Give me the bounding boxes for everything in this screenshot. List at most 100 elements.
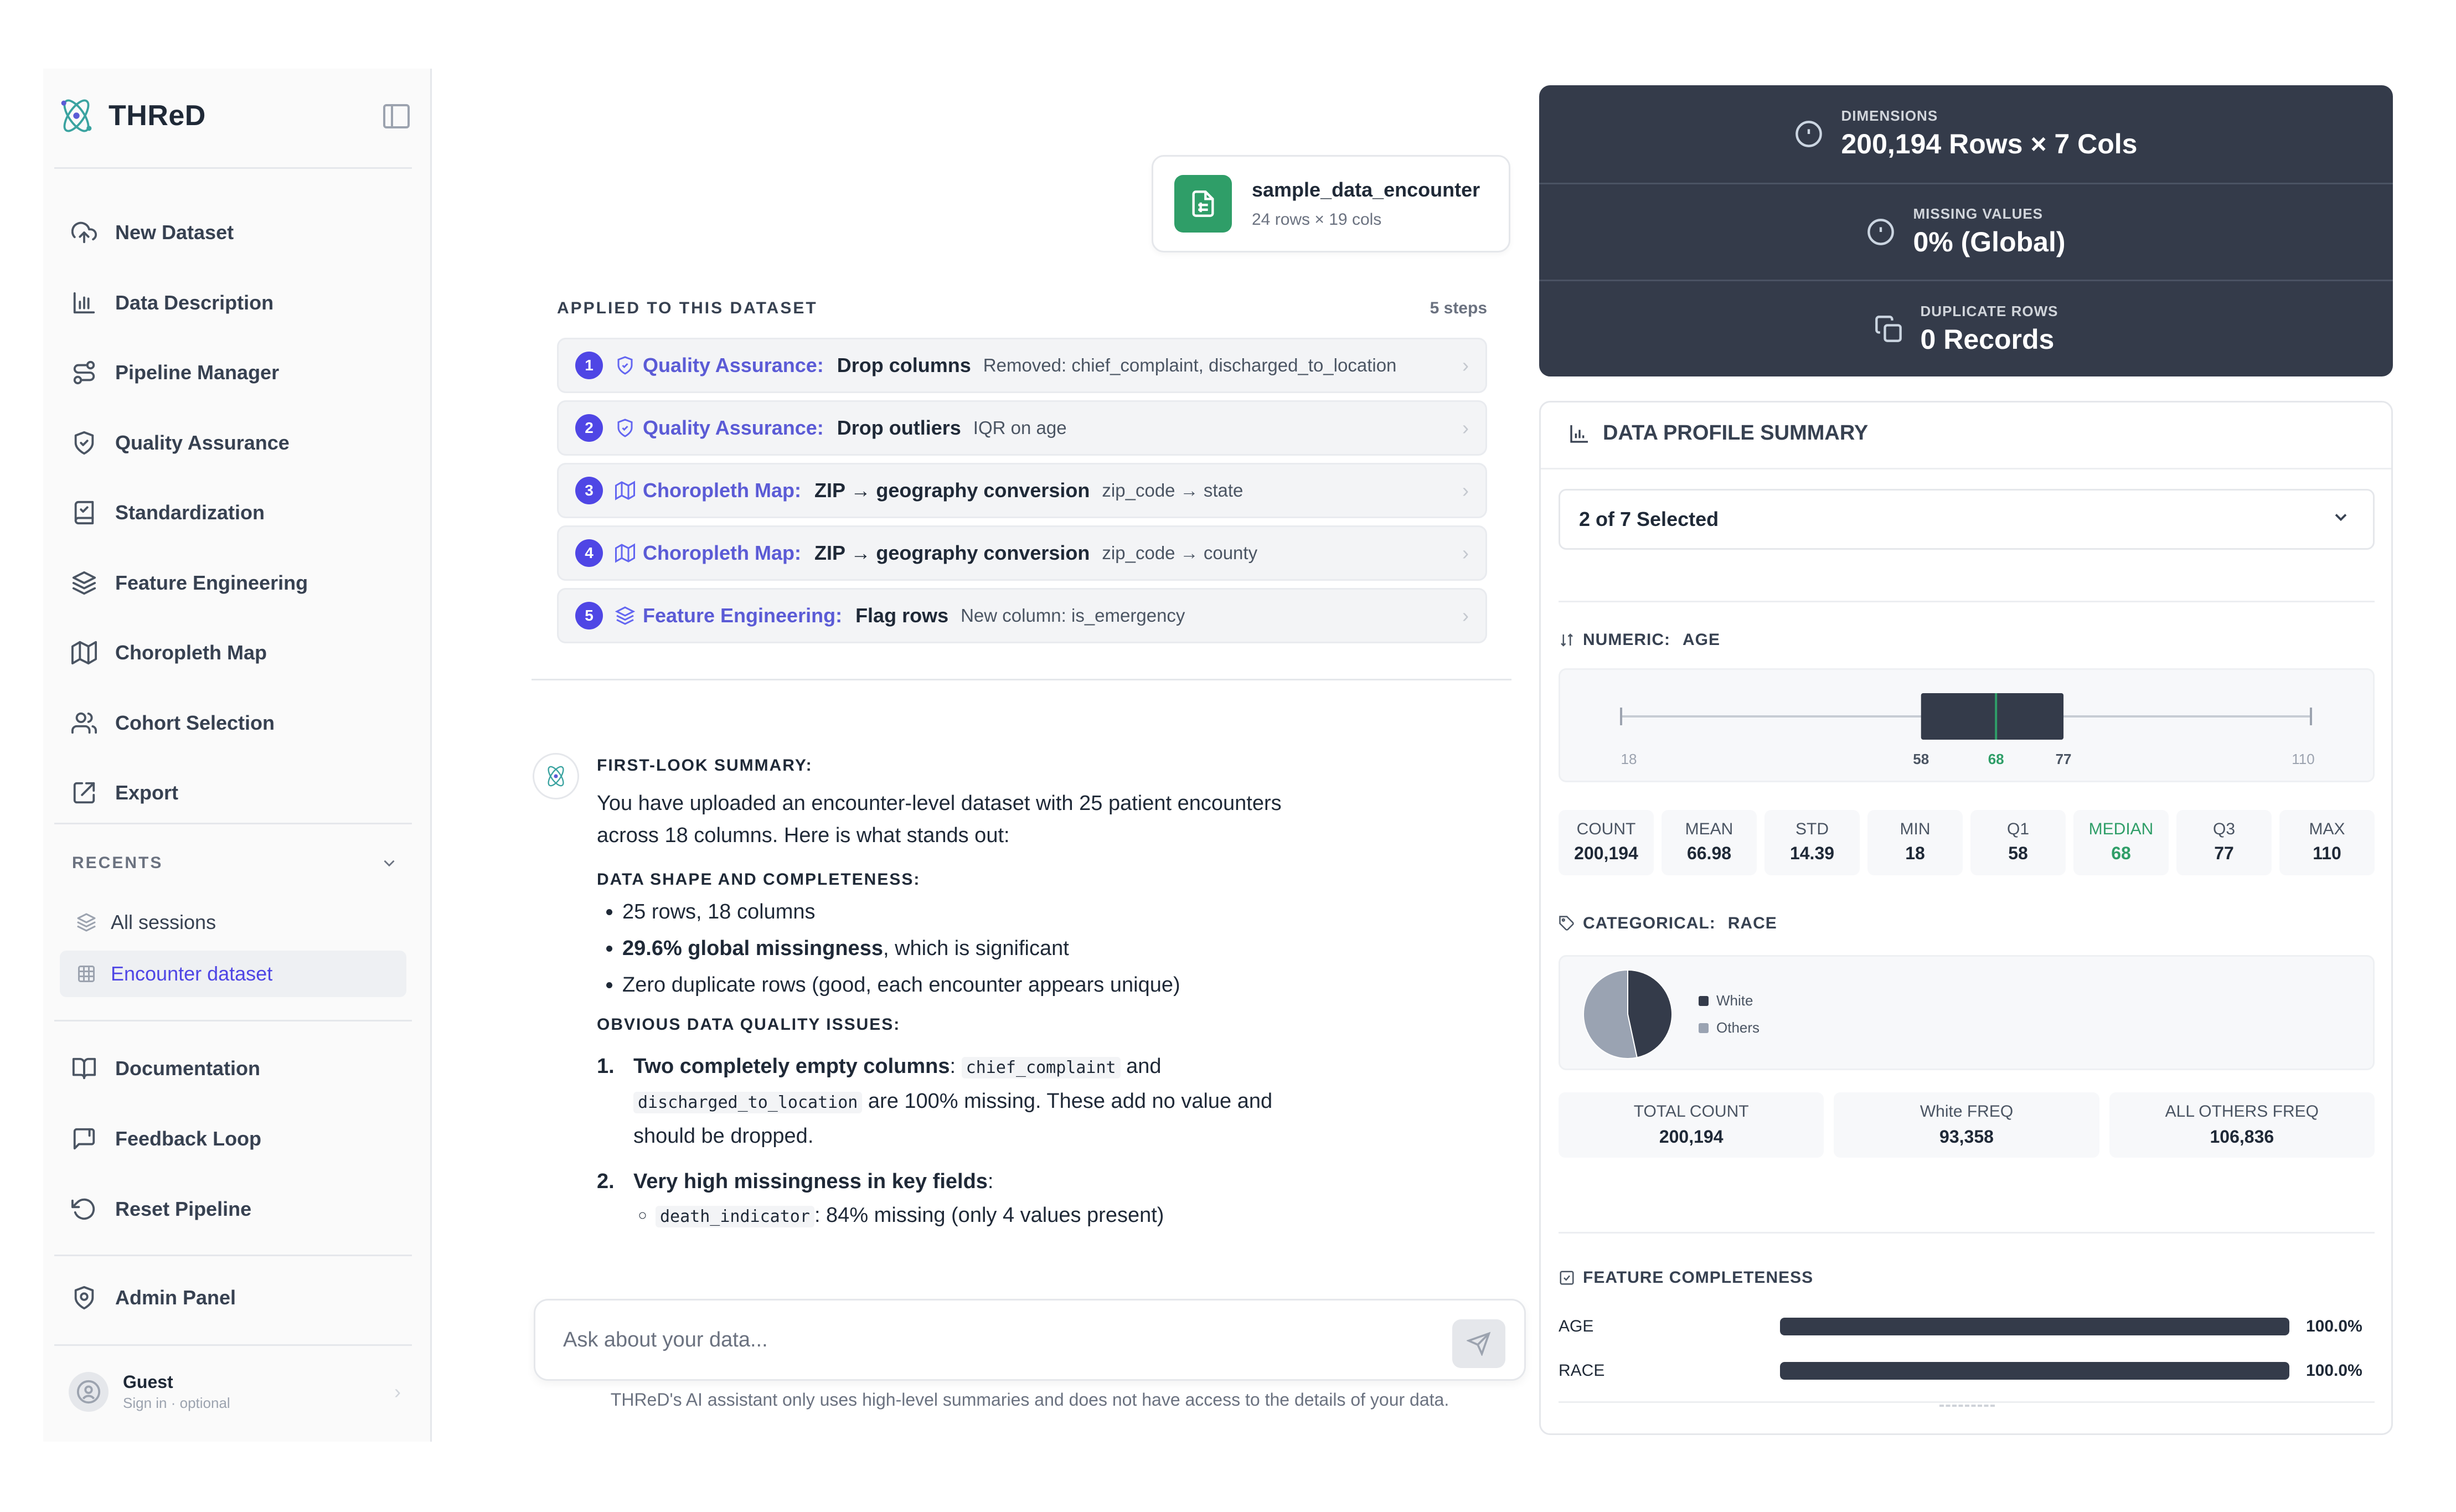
applied-title: APPLIED TO THIS DATASET [557, 299, 818, 317]
sidebar-item-cohort-selection[interactable]: Cohort Selection [71, 701, 414, 745]
pie-chart: White Others [1559, 955, 2375, 1070]
completeness-row-race: RACE 100.0% [1559, 1357, 2375, 1385]
sidebar-item-quality-assurance[interactable]: Quality Assurance [71, 421, 414, 465]
completeness-fill [1780, 1362, 2289, 1380]
stat-label: DIMENSIONS [1841, 107, 1938, 124]
sidebar-item-admin-panel[interactable]: Admin Panel [71, 1276, 414, 1320]
pipeline-step[interactable]: 3 Choropleth Map: ZIP → geography conver… [557, 463, 1487, 518]
completeness-section-header: FEATURE COMPLETENESS [1559, 1268, 1813, 1287]
export-icon [71, 780, 97, 806]
chevron-down-icon[interactable] [380, 854, 399, 873]
sort-numeric-icon [1561, 633, 1573, 647]
sidebar: THReD New Dataset Data Description Pipel… [43, 69, 432, 1442]
divider [54, 1344, 412, 1346]
pipeline-step[interactable]: 4 Choropleth Map: ZIP → geography conver… [557, 525, 1487, 581]
recents-header[interactable]: RECENTS [72, 854, 399, 873]
file-card[interactable]: sample_data_encounter 24 rows × 19 cols [1152, 155, 1510, 252]
text: and [1126, 1055, 1162, 1078]
stat-key: MIN [1900, 820, 1931, 838]
chat-input-box[interactable] [534, 1299, 1526, 1381]
sidebar-item-label: Documentation [115, 1057, 261, 1080]
applied-header: APPLIED TO THIS DATASET 5 steps [557, 299, 1487, 318]
stat-value: 18 [1905, 843, 1925, 863]
stat-cell-mean: MEAN 66.98 [1662, 810, 1757, 875]
stat-key: STD [1795, 820, 1829, 838]
categorical-stats: TOTAL COUNT 200,194 White FREQ 93,358 ALL OT… [1559, 1092, 2375, 1158]
user-profile[interactable]: Guest Sign in · optional › [69, 1364, 401, 1420]
stat-missing-values: MISSING VALUES 0% (Global) [1539, 182, 2393, 280]
send-button[interactable] [1452, 1319, 1505, 1368]
step-number: 1 [575, 352, 603, 379]
stat-value: 200,194 [1574, 843, 1638, 863]
box-tick-label: 58 [1913, 751, 1929, 767]
divider [532, 679, 1511, 680]
column-select[interactable]: 2 of 7 Selected [1559, 489, 2375, 550]
list-number: 2. [597, 1170, 615, 1193]
bar-chart-icon [1570, 425, 1588, 443]
cat-cell-all-others-freq: ALL OTHERS FREQ 106,836 [2109, 1092, 2375, 1158]
chat-input[interactable] [563, 1328, 1394, 1352]
sidebar-item-pipeline-manager[interactable]: Pipeline Manager [71, 350, 414, 395]
sidebar-item-reset-pipeline[interactable]: Reset Pipeline [71, 1187, 414, 1231]
layers-icon [71, 570, 97, 596]
message-intro: You have uploaded an encounter-level dat… [597, 792, 1282, 847]
completeness-bar [1780, 1318, 2289, 1335]
sidebar-item-new-dataset[interactable]: New Dataset [71, 210, 414, 255]
step-detail: Removed: chief_complaint, discharged_to_… [983, 355, 1397, 375]
sidebar-toggle-icon[interactable] [383, 104, 410, 128]
sidebar-item-label: Standardization [115, 501, 265, 524]
stat-value: 77 [2214, 843, 2234, 863]
sidebar-item-documentation[interactable]: Documentation [71, 1046, 414, 1091]
sidebar-item-choropleth-map[interactable]: Choropleth Map [71, 631, 414, 675]
sidebar-item-export[interactable]: Export [71, 771, 414, 815]
resize-handle[interactable] [1939, 1405, 1995, 1409]
stat-cell-max: MAX 110 [2279, 810, 2375, 875]
recent-item-all-sessions[interactable]: All sessions [60, 899, 406, 946]
text: : [950, 1055, 956, 1078]
categorical-label: CATEGORICAL: [1583, 914, 1716, 932]
divider [54, 167, 412, 169]
check-square-icon [1560, 1271, 1574, 1285]
step-action: Flag rows [855, 604, 949, 627]
numeric-column: AGE [1683, 631, 1721, 649]
shape-list: 25 rows, 18 columns 29.6% global missing… [622, 894, 1339, 1003]
table-icon [75, 961, 97, 987]
step-number: 5 [575, 602, 603, 629]
recent-item-encounter-dataset[interactable]: Encounter dataset [60, 951, 406, 997]
pipeline-step[interactable]: 5 Feature Engineering: Flag rows New col… [557, 588, 1487, 643]
sidebar-item-label: Pipeline Manager [115, 361, 280, 384]
message-heading: FIRST-LOOK SUMMARY: [597, 756, 813, 775]
step-category: Choropleth Map: [643, 541, 801, 564]
legend-swatch [1699, 1023, 1709, 1033]
layers-icon [615, 606, 636, 626]
stat-key: MAX [2309, 820, 2345, 838]
layers-icon [75, 909, 97, 936]
list-number: 1. [597, 1055, 615, 1078]
pipeline-step[interactable]: 1 Quality Assurance: Drop columns Remove… [557, 338, 1487, 393]
pipeline-step[interactable]: 2 Quality Assurance: Drop outliers IQR o… [557, 400, 1487, 456]
bar-chart-icon [71, 290, 97, 316]
stat-dimensions: DIMENSIONS 200,194 Rows × 7 Cols [1539, 85, 2393, 182]
recent-item-label: Encounter dataset [111, 962, 273, 985]
sidebar-item-data-description[interactable]: Data Description [71, 281, 414, 325]
inline-code: death_indicator [656, 1206, 814, 1227]
sidebar-item-label: Cohort Selection [115, 711, 275, 734]
list-item: 25 rows, 18 columns [622, 894, 1339, 930]
stat-key: TOTAL COUNT [1633, 1102, 1749, 1121]
sidebar-item-label: Feedback Loop [115, 1127, 262, 1150]
stat-cell-median: MEDIAN 68 [2073, 810, 2169, 875]
completeness-title: FEATURE COMPLETENESS [1583, 1268, 1814, 1287]
box-tick-label: 77 [2056, 751, 2072, 767]
divider [54, 823, 412, 824]
chevron-right-icon: › [1462, 604, 1469, 627]
box-plot: 18 58 68 77 110 [1559, 668, 2375, 782]
legend-swatch [1699, 995, 1709, 1006]
route-icon [71, 359, 97, 386]
sidebar-item-feature-engineering[interactable]: Feature Engineering [71, 561, 414, 605]
cat-cell-total-count: TOTAL COUNT 200,194 [1559, 1092, 1824, 1158]
sidebar-item-feedback-loop[interactable]: Feedback Loop [71, 1117, 414, 1161]
stat-cell-count: COUNT 200,194 [1559, 810, 1654, 875]
chevron-down-icon [2335, 514, 2347, 522]
brand[interactable]: THReD [55, 91, 410, 141]
sidebar-item-standardization[interactable]: Standardization [71, 491, 414, 535]
